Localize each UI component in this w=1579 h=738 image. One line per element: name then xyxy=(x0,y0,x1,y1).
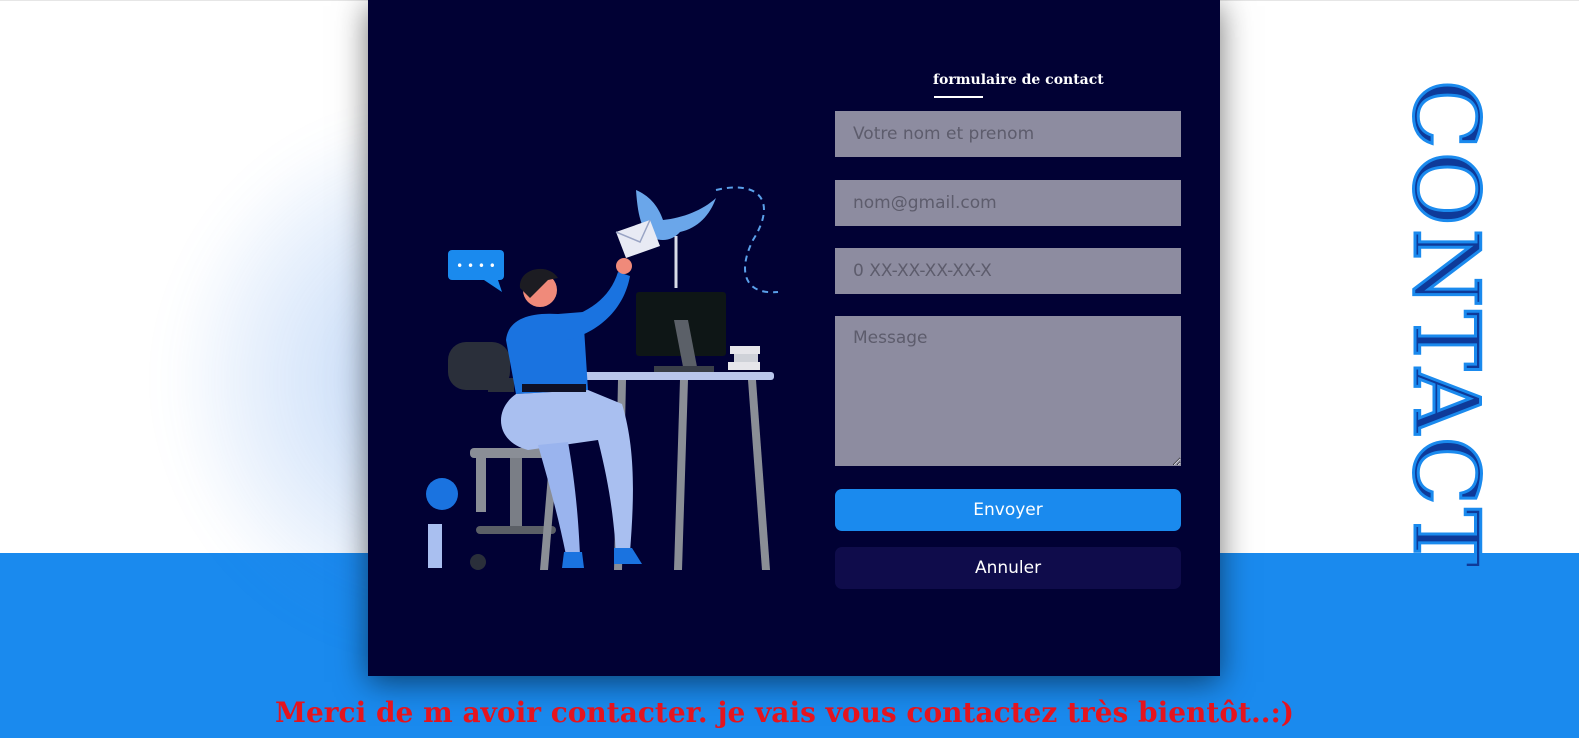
chat-bubble-text: • • • • xyxy=(456,259,496,273)
contact-card: • • • • formulaire de contact Votre nom … xyxy=(368,0,1220,676)
send-button[interactable]: Envoyer xyxy=(835,489,1181,531)
contact-vertical-heading: CONTACT xyxy=(1392,79,1500,573)
support-agent-person xyxy=(500,258,642,568)
message-textarea[interactable] xyxy=(835,316,1181,466)
monitor-icon xyxy=(636,292,726,372)
form-title: formulaire de contact xyxy=(933,72,1104,88)
cancel-button[interactable]: Annuler xyxy=(835,547,1181,589)
support-agent-illustration: • • • • xyxy=(426,186,779,570)
chat-bubble-icon: • • • • xyxy=(448,250,504,292)
thank-you-message: Merci de m avoir contacter. je vais vous… xyxy=(274,696,1295,729)
book-stack xyxy=(728,346,760,370)
form-title-underline xyxy=(934,96,983,98)
name-input[interactable] xyxy=(835,111,1181,157)
email-input[interactable] xyxy=(835,180,1181,226)
desk-accessories xyxy=(426,478,458,568)
flight-path xyxy=(715,186,779,294)
phone-input[interactable] xyxy=(835,248,1181,294)
